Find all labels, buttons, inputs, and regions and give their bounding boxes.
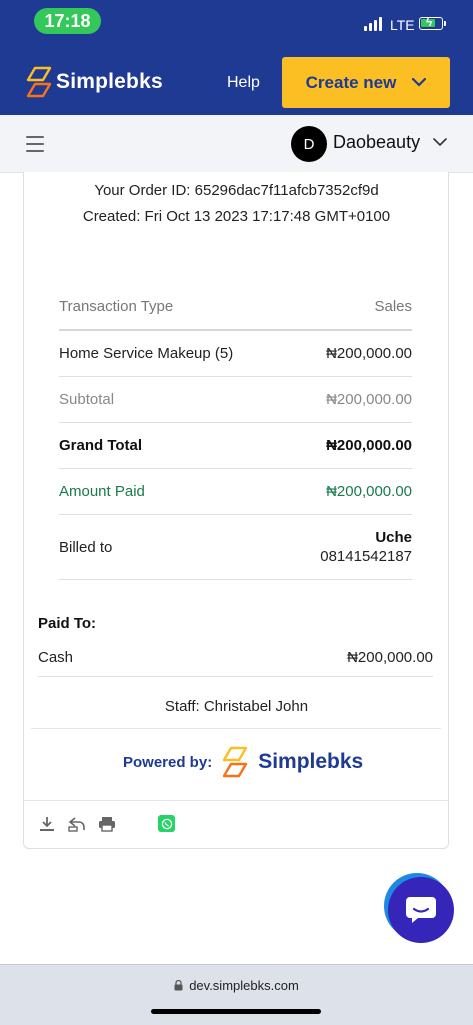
receipt-actions — [38, 815, 128, 833]
subtotal-value: ₦200,000.00 — [326, 391, 412, 408]
created-date: Created: Fri Oct 13 2023 17:17:48 GMT+01… — [82, 208, 391, 225]
brand-logo[interactable]: Simplebks — [26, 66, 163, 98]
transaction-table: Transaction Type Sales Home Service Make… — [59, 284, 412, 580]
item-label: Home Service Makeup (5) — [59, 345, 234, 362]
account-name[interactable]: Daobeauty — [333, 132, 420, 153]
url-text: dev.simplebks.com — [189, 978, 299, 993]
chat-bubble-icon — [388, 877, 454, 943]
chat-button[interactable] — [384, 873, 454, 943]
powered-by-brand: Simplebks — [258, 750, 364, 773]
avatar[interactable]: D — [291, 126, 327, 162]
customer-phone: 08141542187 — [320, 548, 412, 565]
payment-amount: ₦200,000.00 — [347, 649, 433, 666]
hamburger-menu-icon[interactable] — [26, 136, 44, 152]
app-header: 17:18 LTE ϟ Simplebks Help Create new — [0, 0, 473, 115]
brand-name: Simplebks — [56, 70, 163, 93]
billed-to-row: Billed to Uche 08141542187 — [59, 515, 412, 580]
status-time: 17:18 — [34, 8, 101, 34]
sales-header: Sales — [374, 298, 412, 315]
network-label: LTE — [390, 17, 415, 33]
print-icon[interactable] — [98, 815, 116, 833]
download-icon[interactable] — [38, 815, 56, 833]
powered-by-label: Powered by: — [123, 753, 213, 771]
amount-paid-value: ₦200,000.00 — [326, 483, 412, 500]
payment-method: Cash — [38, 649, 74, 666]
transaction-type-header: Transaction Type — [59, 298, 174, 315]
grand-total-value: ₦200,000.00 — [326, 437, 412, 454]
reply-icon[interactable] — [68, 815, 86, 833]
staff-name: Staff: Christabel John — [164, 698, 309, 715]
grand-total-row: Grand Total ₦200,000.00 — [59, 423, 412, 469]
billed-to-details: Uche 08141542187 — [320, 528, 412, 566]
billed-to-label: Billed to — [59, 538, 113, 556]
divider — [31, 728, 441, 729]
amount-paid-row: Amount Paid ₦200,000.00 — [59, 469, 412, 515]
create-new-label: Create new — [305, 72, 397, 92]
home-indicator[interactable] — [151, 1009, 321, 1014]
whatsapp-icon[interactable] — [158, 815, 175, 832]
simplebks-logo-icon — [222, 746, 248, 778]
lock-icon — [174, 980, 183, 991]
create-new-button[interactable]: Create new — [282, 57, 450, 108]
url-display[interactable]: dev.simplebks.com — [0, 978, 473, 993]
powered-by: Powered by: Simplebks — [123, 746, 363, 778]
order-id: Your Order ID: 65296dac7f11afcb7352cf9d — [94, 182, 379, 199]
chevron-down-icon — [412, 78, 427, 87]
browser-url-bar — [0, 964, 473, 1025]
account-chevron-down-icon[interactable] — [433, 138, 447, 147]
customer-name: Uche — [375, 529, 412, 546]
signal-icon — [364, 17, 382, 31]
subtotal-row: Subtotal ₦200,000.00 — [59, 377, 412, 423]
battery-icon: ϟ — [419, 15, 443, 30]
divider — [24, 800, 448, 801]
amount-paid-label: Amount Paid — [59, 483, 145, 500]
simplebks-logo-icon — [26, 66, 52, 98]
help-link[interactable]: Help — [227, 74, 260, 92]
table-row: Home Service Makeup (5) ₦200,000.00 — [59, 331, 412, 377]
item-value: ₦200,000.00 — [326, 345, 412, 362]
paid-to-title: Paid To: — [38, 615, 97, 632]
table-header-row: Transaction Type Sales — [59, 284, 412, 331]
battery-nub — [444, 21, 446, 26]
payment-row: Cash ₦200,000.00 — [38, 649, 433, 677]
subtotal-label: Subtotal — [59, 391, 115, 408]
grand-total-label: Grand Total — [59, 437, 143, 454]
